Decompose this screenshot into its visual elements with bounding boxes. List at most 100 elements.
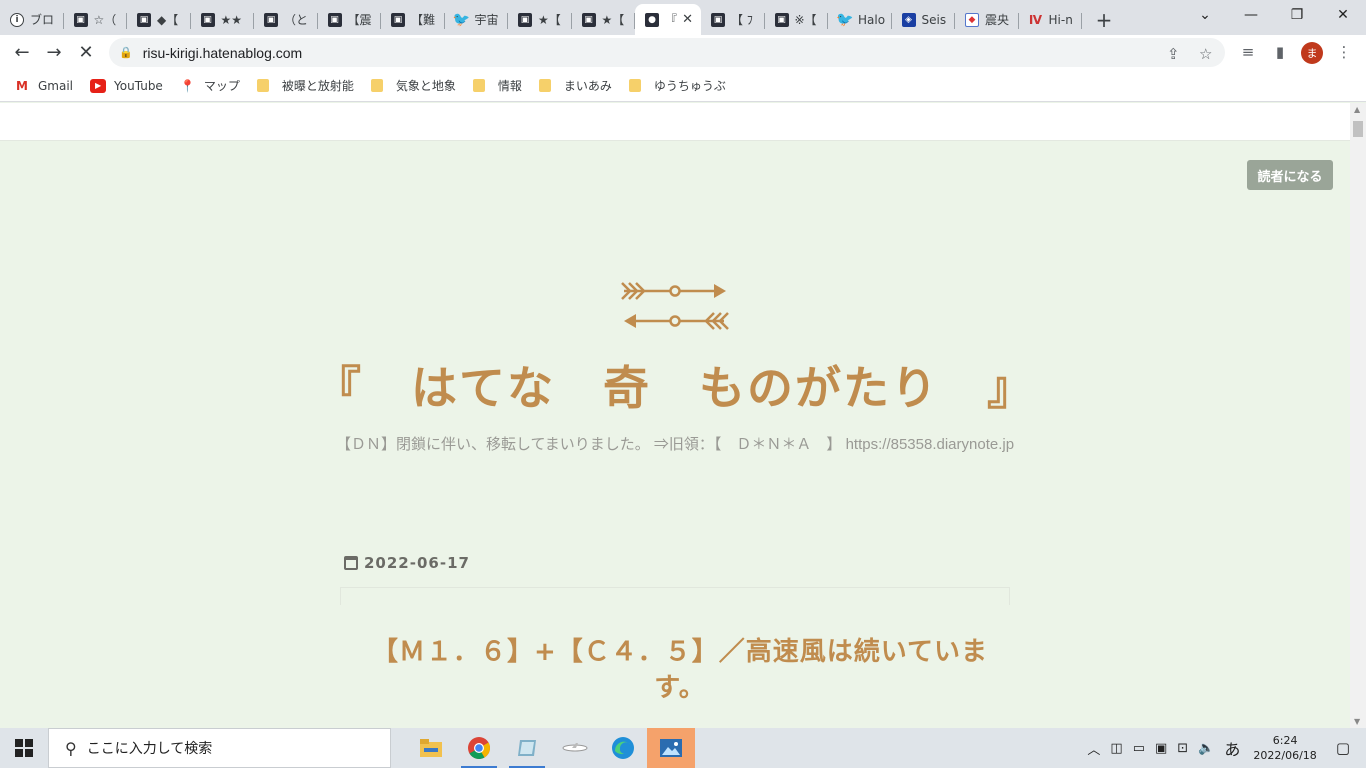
ime-indicator[interactable]: あ [1224, 736, 1240, 760]
stop-loading-button[interactable]: ✕ [72, 38, 100, 66]
browser-tab[interactable]: ● 『 ✕ [635, 4, 701, 35]
tab-title: ※【 [794, 13, 817, 27]
twitter-icon: 🐦 [452, 11, 471, 28]
blog-icon: ▣ [137, 12, 151, 27]
browser-tab[interactable]: i ブロ [0, 4, 64, 35]
system-tray: ︿ ◫ ▭ ▣ ⊡ 🔈 あ 6:24 2022/06/18 ▢ [1082, 728, 1366, 768]
forward-button[interactable]: → [40, 38, 68, 66]
profile-avatar[interactable]: ま [1301, 42, 1323, 64]
bookmark-star-icon[interactable]: ☆ [1199, 45, 1212, 63]
browser-tab[interactable]: ▣ ※【 [765, 4, 829, 35]
file-explorer-icon[interactable] [407, 728, 455, 768]
blog-icon: ▣ [391, 12, 405, 27]
entry-container [340, 587, 1010, 605]
minimize-button[interactable]: — [1228, 0, 1274, 30]
browser-tab[interactable]: ◈ Seis [892, 4, 956, 35]
tab-title: ブロ [30, 13, 55, 27]
bookmark-label: マップ [203, 79, 240, 93]
entry-date-text[interactable]: 2022-06-17 [364, 554, 470, 572]
blog-title[interactable]: 『 はてな 奇 ものがたり 』 [0, 352, 1350, 418]
browser-tab[interactable]: ◆ 震央 [955, 4, 1019, 35]
network-icon[interactable]: ▣ [1155, 741, 1167, 756]
tab-title: 【難 [411, 13, 436, 27]
cube-icon: ◆ [965, 12, 979, 27]
taskbar-clock[interactable]: 6:24 2022/06/18 [1253, 733, 1316, 763]
notepad-app-icon[interactable] [503, 728, 551, 768]
blog-icon: ▣ [264, 12, 278, 27]
address-bar[interactable]: 🔒 risu-kirigi.hatenablog.com ⇪ ☆ [109, 38, 1225, 67]
close-window-button[interactable]: ✕ [1320, 0, 1366, 30]
tab-title: Seis [921, 12, 947, 27]
volume-icon[interactable]: 🔈 [1198, 741, 1214, 756]
seis-icon: ◈ [901, 12, 916, 27]
folder-icon [256, 79, 269, 92]
browser-tab[interactable]: ▣ 【 ﾌ [701, 4, 765, 35]
new-tab-button[interactable]: + [1086, 4, 1122, 35]
browser-tab[interactable]: Ⅳ Hi-n [1019, 4, 1083, 35]
media-control-icon[interactable]: ≡ [1236, 40, 1260, 64]
bookmark-item[interactable]: ▶ YouTube [90, 78, 163, 93]
side-panel-icon[interactable]: ▮ [1268, 40, 1292, 64]
battery-icon[interactable]: ▭ [1133, 741, 1145, 756]
gmail-icon: M [16, 78, 28, 93]
back-button[interactable]: ← [8, 38, 36, 66]
blog-icon: ▣ [200, 12, 215, 27]
circle-i-icon: i [10, 12, 24, 27]
menu-icon[interactable]: ⋮ [1332, 40, 1356, 64]
bookmark-item[interactable]: 被曝と放射能 [256, 77, 354, 94]
browser-tab[interactable]: ▣ 【難 [381, 4, 445, 35]
start-button[interactable] [0, 728, 48, 768]
close-tab-icon[interactable]: ✕ [682, 12, 693, 27]
photos-app-icon[interactable] [647, 728, 695, 768]
page-scrollbar[interactable]: ▲ ▼ [1350, 103, 1366, 728]
hinet-icon: Ⅳ [1028, 12, 1043, 27]
browser-tab[interactable]: ▣ ☆（ [64, 4, 128, 35]
bookmark-label: YouTube [114, 78, 163, 93]
hatena-header-bar [0, 103, 1350, 141]
scroll-up-icon[interactable]: ▲ [1354, 105, 1360, 114]
browser-tab[interactable]: 🐦 Halo [828, 4, 892, 35]
tab-title: 『 [665, 13, 678, 27]
show-hidden-icons-icon[interactable]: ︿ [1087, 739, 1100, 758]
browser-tab[interactable]: ▣ ★★ [191, 4, 255, 35]
browser-tab[interactable]: ▣ ◆【 [127, 4, 191, 35]
scroll-down-icon[interactable]: ▼ [1354, 717, 1360, 726]
subscribe-button[interactable]: 読者になる [1247, 160, 1333, 190]
bookmark-item[interactable]: ゆうちゅうぶ [628, 77, 726, 94]
bookmark-item[interactable]: 📍 マップ [180, 77, 240, 94]
entry-date[interactable]: 2022-06-17 [344, 554, 470, 572]
lock-icon: 🔒 [119, 46, 133, 59]
notification-center-icon[interactable]: ▢ [1336, 739, 1350, 757]
share-icon[interactable]: ⇪ [1167, 45, 1180, 63]
clock-time: 6:24 [1272, 734, 1298, 747]
maps-icon: 📍 [180, 78, 196, 93]
bookmark-item[interactable]: 気象と地象 [370, 77, 456, 94]
tab-title: Hi-n [1048, 12, 1073, 27]
bookmark-label: 被曝と放射能 [281, 79, 354, 93]
meet-now-icon[interactable]: ◫ [1110, 741, 1122, 756]
edge-icon[interactable] [599, 728, 647, 768]
bookmark-item[interactable]: 情報 [472, 77, 522, 94]
bookmark-item[interactable]: まいあみ [538, 77, 612, 94]
browser-tab[interactable]: ▣ （と [254, 4, 318, 35]
tab-title: 【 ﾌ [731, 13, 753, 27]
tab-search-icon[interactable]: ⌄ [1182, 0, 1228, 30]
taskbar-search[interactable]: ⚲ ここに入力して検索 [48, 728, 391, 768]
browser-tab[interactable]: ▣ ★【 [508, 4, 572, 35]
bookmark-item[interactable]: M Gmail [14, 79, 73, 93]
browser-tab[interactable]: 🐦 宇宙 [445, 4, 509, 35]
bookmark-label: 気象と地象 [395, 79, 456, 93]
tab-title: 震央 [985, 13, 1010, 27]
browser-tab[interactable]: ▣ ★【 [572, 4, 636, 35]
restore-button[interactable]: ❐ [1274, 0, 1320, 30]
chrome-icon[interactable] [455, 728, 503, 768]
browser-tab[interactable]: ▣ 【震 [318, 4, 382, 35]
scrollbar-thumb[interactable] [1353, 121, 1363, 137]
airplane-app-icon[interactable] [551, 728, 599, 768]
tab-title: ★【 [601, 13, 625, 27]
windows-taskbar: ⚲ ここに入力して検索 ︿ ◫ ▭ ▣ ⊡ 🔈 あ 6:24 2022/06/1… [0, 728, 1366, 768]
windows-security-icon[interactable]: ⊡ [1177, 741, 1188, 756]
tab-title: ★【 [538, 13, 561, 27]
entry-title[interactable]: 【Ｍ１．６】+【Ｃ４．５】／高速風は続いています。 [350, 634, 1010, 706]
bookmark-label: ゆうちゅうぶ [653, 79, 726, 93]
